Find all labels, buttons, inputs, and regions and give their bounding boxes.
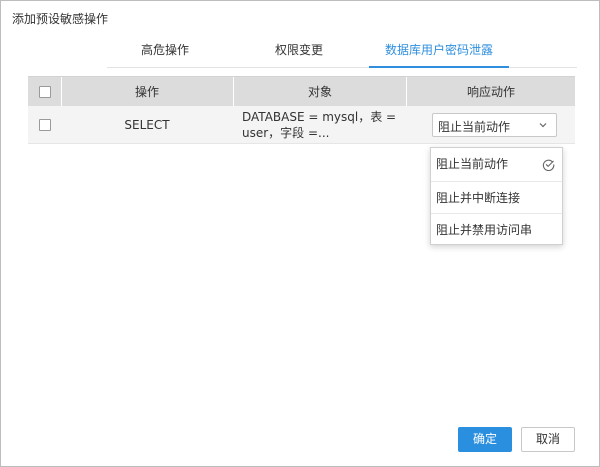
row-object-line2: user，字段 =...: [242, 126, 330, 140]
cancel-button[interactable]: 取消: [521, 427, 575, 452]
action-select-value: 阻止当前动作: [438, 120, 511, 134]
tab-high-risk[interactable]: 高危操作: [133, 41, 197, 68]
header-object: 对象: [307, 85, 332, 99]
table-row: SELECT DATABASE = mysql，表 = user，字段 =...…: [28, 106, 575, 144]
dropdown-option-label: 阻止并中断连接: [436, 191, 521, 205]
select-all-checkbox[interactable]: [38, 85, 51, 98]
row-object-line1: DATABASE = mysql，表 =: [242, 110, 397, 124]
check-circle-icon: [542, 159, 555, 171]
operations-table: 操作 对象 响应动作 SELECT DATABASE = mysql，表 = u…: [28, 76, 575, 144]
dropdown-option-block-disconnect[interactable]: 阻止并中断连接: [431, 181, 562, 213]
dropdown-option-block-current[interactable]: 阻止当前动作: [431, 148, 562, 180]
action-dropdown-menu: 阻止当前动作 阻止并中断连接 阻止并禁用访问串: [430, 147, 563, 245]
dialog: 添加预设敏感操作 高危操作 权限变更 数据库用户密码泄露 操作 对象 响应动作 …: [0, 0, 600, 467]
tab-permission-change[interactable]: 权限变更: [267, 41, 331, 68]
tab-bar: 高危操作 权限变更 数据库用户密码泄露: [107, 41, 577, 68]
row-operation: SELECT: [124, 117, 170, 132]
table-header: 操作 对象 响应动作: [28, 76, 575, 107]
confirm-button[interactable]: 确定: [458, 427, 512, 452]
dropdown-option-label: 阻止并禁用访问串: [436, 223, 533, 237]
header-checkbox-cell: [28, 77, 61, 106]
dropdown-option-block-disable[interactable]: 阻止并禁用访问串: [431, 213, 562, 245]
header-operation: 操作: [134, 85, 159, 99]
row-checkbox-cell: [28, 106, 61, 143]
chevron-down-icon: [539, 123, 547, 128]
action-select[interactable]: 阻止当前动作: [432, 113, 557, 137]
row-object: DATABASE = mysql，表 = user，字段 =...: [242, 109, 402, 141]
row-checkbox[interactable]: [38, 118, 51, 131]
dropdown-option-label: 阻止当前动作: [436, 157, 509, 171]
tab-db-password-leak[interactable]: 数据库用户密码泄露: [369, 41, 509, 68]
header-action: 响应动作: [466, 85, 515, 99]
dialog-title: 添加预设敏感操作: [12, 12, 109, 26]
